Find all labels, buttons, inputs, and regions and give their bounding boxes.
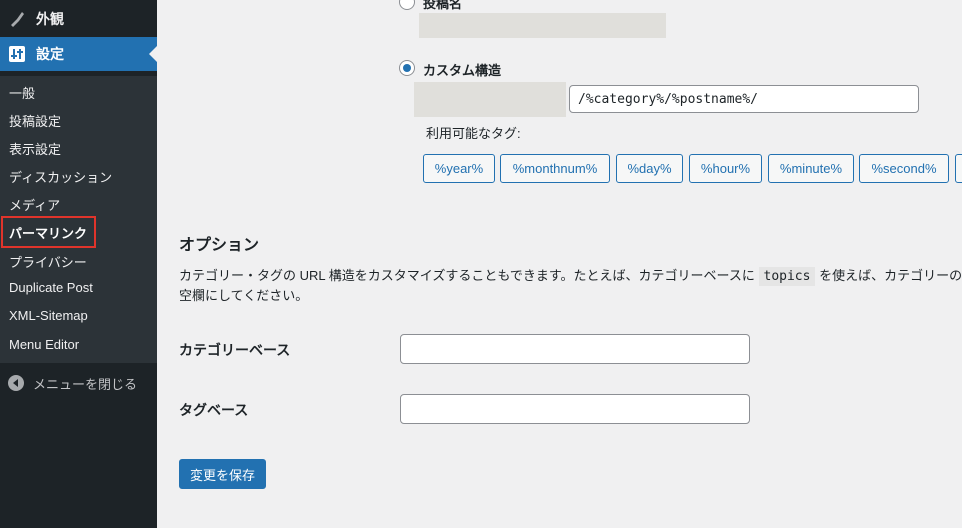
postname-example-bar	[419, 13, 666, 38]
submenu-writing[interactable]: 投稿設定	[9, 111, 61, 130]
submenu-discussion[interactable]: ディスカッション	[9, 167, 112, 186]
collapse-menu-label: メニューを閉じる	[33, 376, 138, 392]
options-description: カテゴリー・タグの URL 構造をカスタマイズすることもできます。たとえば、カテ…	[179, 266, 962, 287]
options-desc-part2: を使えば、カテゴリーの	[815, 268, 962, 283]
custom-structure-label: カスタム構造	[423, 63, 502, 78]
paintbrush-icon	[7, 9, 27, 29]
submenu-reading[interactable]: 表示設定	[9, 139, 61, 158]
save-changes-button[interactable]: 変更を保存	[179, 459, 266, 489]
tag-day-button[interactable]: %day%	[616, 154, 683, 183]
submenu-menu-editor[interactable]: Menu Editor	[9, 337, 79, 352]
tag-base-input[interactable]	[400, 394, 750, 424]
submenu-xml-sitemap[interactable]: XML-Sitemap	[9, 308, 88, 323]
available-tags-label: 利用可能なタグ:	[426, 126, 521, 141]
tag-next-button-partial[interactable]	[955, 154, 962, 183]
menu-settings-label: 設定	[36, 46, 64, 62]
permalink-highlight-box	[1, 216, 96, 248]
tag-monthnum-button[interactable]: %monthnum%	[500, 154, 610, 183]
options-desc-code: topics	[758, 267, 816, 286]
submenu-general[interactable]: 一般	[9, 83, 35, 102]
custom-structure-input[interactable]: /%category%/%postname%/	[569, 85, 919, 113]
collapse-arrow-icon	[8, 375, 24, 391]
tag-minute-button[interactable]: %minute%	[768, 154, 854, 183]
tag-hour-button[interactable]: %hour%	[689, 154, 762, 183]
options-desc-part1: カテゴリー・タグの URL 構造をカスタマイズすることもできます。たとえば、カテ…	[179, 268, 759, 283]
site-url-prefix-bar	[414, 82, 566, 117]
submenu-media[interactable]: メディア	[9, 195, 60, 214]
options-description-line2: 空欄にしてください。	[179, 288, 309, 303]
settings-sliders-icon	[7, 44, 27, 64]
submenu-privacy[interactable]: プライバシー	[9, 252, 87, 271]
category-base-label: カテゴリーベース	[179, 342, 291, 358]
options-heading: オプション	[179, 237, 260, 254]
postname-radio[interactable]	[399, 0, 415, 10]
collapse-menu-button[interactable]: メニューを閉じる	[0, 372, 137, 394]
tag-year-button[interactable]: %year%	[423, 154, 495, 183]
submenu-duplicate-post[interactable]: Duplicate Post	[9, 280, 93, 295]
tag-second-button[interactable]: %second%	[859, 154, 949, 183]
postname-label: 投稿名	[423, 0, 463, 11]
menu-appearance[interactable]: 外観	[0, 2, 157, 36]
menu-appearance-label: 外観	[36, 11, 64, 27]
admin-sidebar: 外観 設定 一般 投稿設定 表示設定 ディスカッション メディア パーマリンク …	[0, 0, 157, 528]
tag-base-label: タグベース	[179, 402, 249, 418]
custom-structure-radio[interactable]	[399, 60, 415, 76]
category-base-input[interactable]	[400, 334, 750, 364]
menu-settings[interactable]: 設定	[0, 37, 157, 71]
